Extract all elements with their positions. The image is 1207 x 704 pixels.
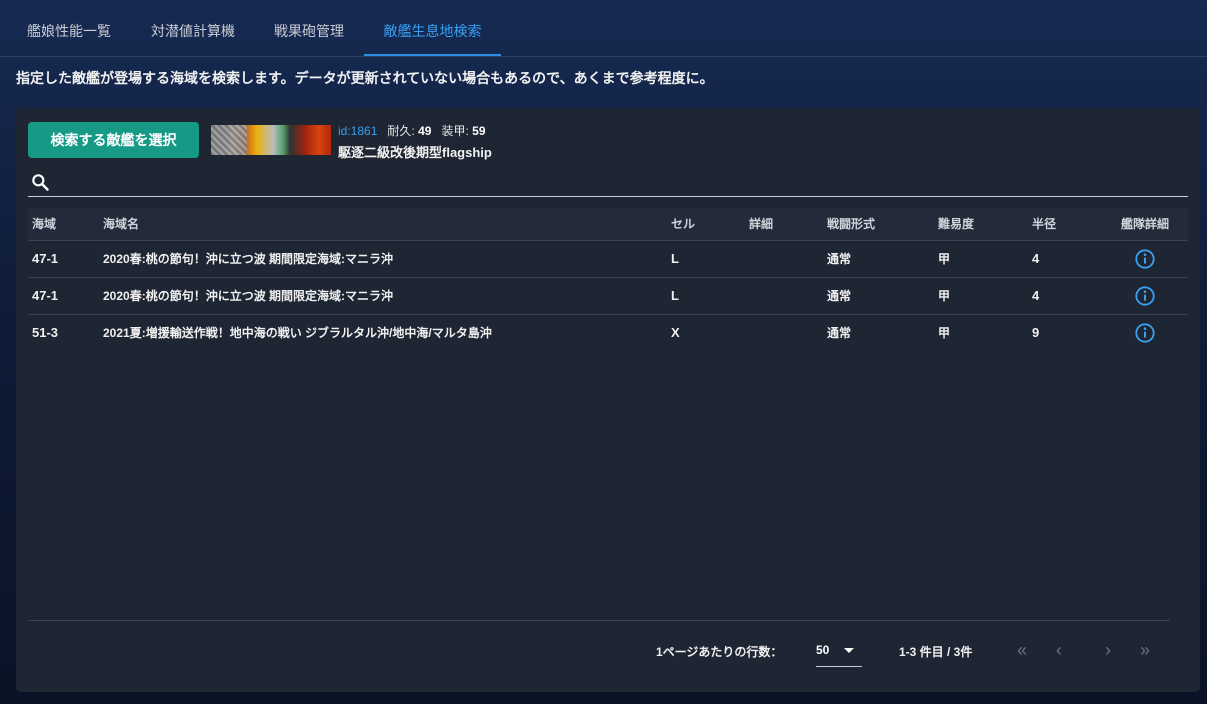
enemy-banner-image: [211, 125, 331, 155]
table-row: 51-3 2021夏:増援輸送作戦！地中海の戦い ジブラルタル沖/地中海/マルタ…: [28, 315, 1188, 351]
first-page-icon[interactable]: «: [1012, 640, 1032, 660]
cell-radius: 4: [1032, 288, 1040, 303]
cell-battle-type: 通常: [827, 289, 852, 303]
header-difficulty[interactable]: 難易度: [938, 208, 974, 240]
page-range-text: 1-3 件目 / 3件: [899, 645, 973, 659]
tab-ranking-management[interactable]: 戦果砲管理: [258, 0, 360, 54]
search-icon: [32, 174, 49, 191]
cell-area-name: 2020春:桃の節句！沖に立つ波 期間限定海域:マニラ沖: [103, 289, 394, 303]
cell-cell: X: [671, 325, 680, 340]
tab-asw-calculator[interactable]: 対潜値計算機: [132, 0, 254, 54]
prev-page-icon[interactable]: ‹: [1049, 640, 1069, 660]
rows-per-page-select[interactable]: 50: [816, 636, 862, 667]
cell-difficulty: 甲: [938, 252, 951, 266]
armor-label: 装甲:: [441, 124, 469, 138]
cell-area: 51-3: [32, 325, 59, 340]
next-page-icon[interactable]: ›: [1098, 640, 1118, 660]
header-area-name[interactable]: 海域名: [103, 208, 139, 240]
cell-area: 47-1: [32, 288, 59, 303]
search-input[interactable]: [58, 172, 1182, 196]
header-fleet-detail[interactable]: 艦隊詳細: [1121, 208, 1169, 240]
header-area[interactable]: 海域: [32, 208, 56, 240]
rows-per-page-value: 50: [816, 643, 830, 657]
cell-cell: L: [671, 288, 679, 303]
cell-difficulty: 甲: [938, 326, 951, 340]
header-detail[interactable]: 詳細: [749, 208, 773, 240]
header-battle-type[interactable]: 戦闘形式: [827, 208, 875, 240]
rows-per-page-label: 1ページあたりの行数：: [656, 645, 783, 659]
enemy-id: id:1861: [338, 124, 378, 138]
cell-battle-type: 通常: [827, 326, 852, 340]
cell-cell: L: [671, 251, 679, 266]
tab-ship-performance[interactable]: 艦娘性能一覧: [10, 0, 128, 54]
last-page-icon[interactable]: »: [1135, 640, 1155, 660]
cell-radius: 9: [1032, 325, 1040, 340]
info-icon[interactable]: [1134, 322, 1156, 344]
search-field: [28, 170, 1188, 197]
search-panel: 検索する敵艦を選択 id:1861 耐久: 49 装甲: 59 駆逐二級改後期型…: [16, 108, 1200, 692]
header-cell[interactable]: セル: [671, 208, 695, 240]
cell-battle-type: 通常: [827, 252, 852, 266]
table-row: 47-1 2020春:桃の節句！沖に立つ波 期間限定海域:マニラ沖 L 通常 甲…: [28, 241, 1188, 278]
armor-value: 59: [472, 124, 486, 138]
header-radius[interactable]: 半径: [1032, 208, 1056, 240]
tab-bar: 艦娘性能一覧 対潜値計算機 戦果砲管理 敵艦生息地検索: [0, 0, 1207, 57]
info-icon[interactable]: [1134, 248, 1156, 270]
hp-value: 49: [418, 124, 432, 138]
page-description: 指定した敵艦が登場する海域を検索します。データが更新されていない場合もあるので、…: [16, 70, 714, 86]
cell-difficulty: 甲: [938, 289, 951, 303]
table-header: 海域 海域名 セル 詳細 戦闘形式 難易度 半径 艦隊詳細: [28, 208, 1188, 241]
cell-radius: 4: [1032, 251, 1040, 266]
select-enemy-button[interactable]: 検索する敵艦を選択: [28, 122, 199, 158]
table-row: 47-1 2020春:桃の節句！沖に立つ波 期間限定海域:マニラ沖 L 通常 甲…: [28, 278, 1188, 315]
cell-area-name: 2021夏:増援輸送作戦！地中海の戦い ジブラルタル沖/地中海/マルタ島沖: [103, 326, 492, 340]
enemy-meta: id:1861 耐久: 49 装甲: 59: [338, 122, 486, 139]
cell-area: 47-1: [32, 251, 59, 266]
info-icon[interactable]: [1134, 285, 1156, 307]
hp-label: 耐久:: [387, 124, 415, 138]
cell-area-name: 2020春:桃の節句！沖に立つ波 期間限定海域:マニラ沖: [103, 252, 394, 266]
tab-enemy-habitat-search[interactable]: 敵艦生息地検索: [364, 0, 501, 56]
dropdown-arrow-icon: [844, 648, 854, 653]
enemy-name: 駆逐二級改後期型flagship: [338, 145, 492, 160]
table-footer-divider: [28, 620, 1170, 621]
